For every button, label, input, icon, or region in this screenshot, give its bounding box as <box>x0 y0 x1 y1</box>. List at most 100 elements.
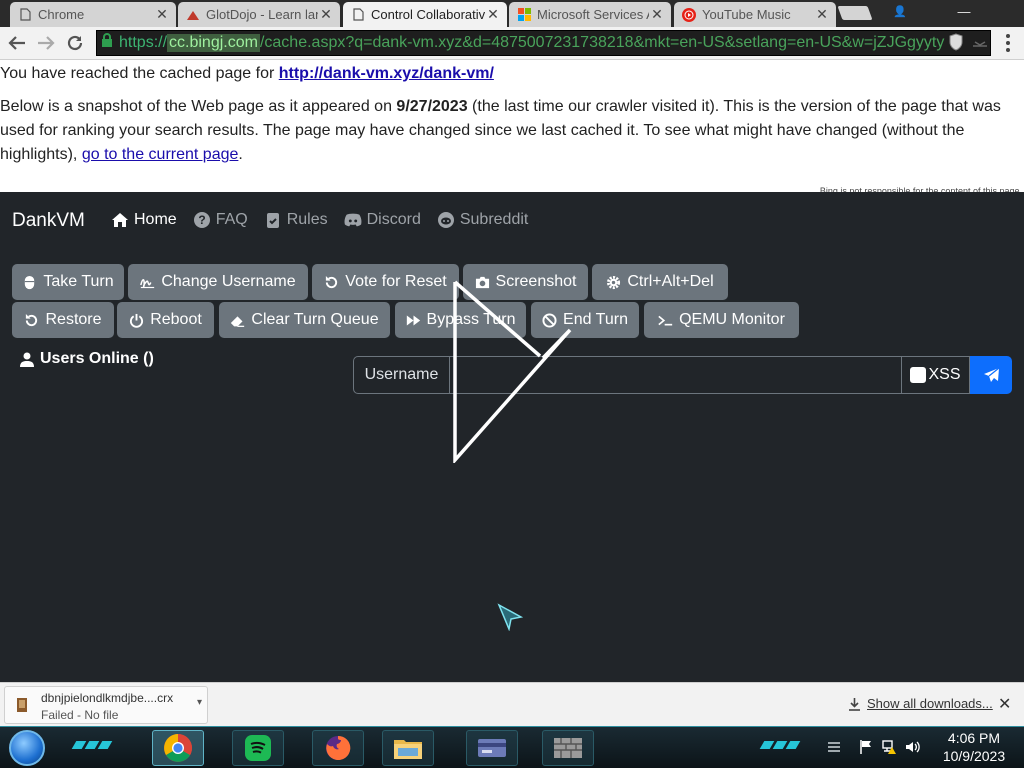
site-brand[interactable]: DankVM <box>12 210 85 232</box>
address-bar[interactable]: https://cc.bingj.com/cache.aspx?q=dank-v… <box>96 30 991 56</box>
tab-glotdojo[interactable]: GlotDojo - Learn lan ✕ <box>178 2 340 27</box>
firefox-icon[interactable] <box>312 730 364 766</box>
tab-strip: Chrome ✕ GlotDojo - Learn lan ✕ Control … <box>0 0 1024 27</box>
page-icon <box>351 8 365 22</box>
nav-label: Discord <box>366 211 421 228</box>
back-icon[interactable] <box>5 31 29 55</box>
cache-desc-part3: . <box>238 146 243 163</box>
crx-file-icon <box>17 698 27 712</box>
chat-message-input[interactable] <box>450 356 902 394</box>
change-username-button[interactable]: Change Username <box>128 264 308 300</box>
taskbar-decoration <box>759 741 808 753</box>
nav-label: Rules <box>286 211 328 228</box>
gear-icon <box>607 275 621 289</box>
button-label: Reboot <box>150 311 202 328</box>
new-tab-button[interactable] <box>837 6 873 20</box>
url-path: /cache.aspx?q=dank-vm.xyz&d=487500723173… <box>259 34 945 51</box>
nav-label: FAQ <box>215 211 248 228</box>
show-desktop-icon[interactable] <box>826 739 842 755</box>
show-all-label: Show all downloads... <box>867 696 993 711</box>
button-label: End Turn <box>563 311 628 328</box>
reboot-button[interactable]: Reboot <box>117 302 214 338</box>
page-icon <box>18 8 32 22</box>
nav-rules[interactable]: Rules <box>264 211 328 229</box>
start-button[interactable] <box>9 730 45 766</box>
download-bar: dbnjpielondlkmdjbe....crx Failed - No fi… <box>0 682 1024 726</box>
screenshot-button[interactable]: Screenshot <box>463 264 588 300</box>
send-button[interactable] <box>970 356 1012 394</box>
bing-cache-header: You have reached the cached page for htt… <box>0 60 1024 196</box>
tab-microsoft-services[interactable]: Microsoft Services A ✕ <box>509 2 671 27</box>
close-icon[interactable]: ✕ <box>649 6 665 23</box>
button-label: Clear Turn Queue <box>251 311 379 328</box>
wall-app-icon[interactable] <box>542 730 594 766</box>
end-turn-button[interactable]: End Turn <box>531 302 639 338</box>
taskbar-clock[interactable]: 4:06 PM 10/9/2023 <box>934 729 1014 765</box>
lock-icon <box>101 33 119 53</box>
chrome-menu-icon[interactable] <box>998 31 1018 55</box>
card-app-icon[interactable] <box>466 730 518 766</box>
close-icon[interactable]: ✕ <box>318 6 334 23</box>
ctrl-alt-del-button[interactable]: Ctrl+Alt+Del <box>592 264 728 300</box>
microsoft-icon <box>517 8 531 22</box>
cached-url-link[interactable]: http://dank-vm.xyz/dank-vm/ <box>279 65 494 82</box>
close-icon[interactable]: ✕ <box>998 694 1011 714</box>
mouse-cursor-icon <box>497 603 523 631</box>
forward-icon[interactable] <box>34 31 58 55</box>
show-all-downloads-link[interactable]: Show all downloads... <box>848 696 993 711</box>
download-status: Failed - No file <box>41 708 119 722</box>
button-label: Take Turn <box>43 273 114 290</box>
tab-label: YouTube Music <box>702 7 791 22</box>
terminal-icon <box>658 315 673 325</box>
restore-button[interactable]: Restore <box>12 302 114 338</box>
tab-label: GlotDojo - Learn lan <box>206 7 318 22</box>
qemu-monitor-button[interactable]: QEMU Monitor <box>644 302 799 338</box>
close-icon[interactable]: ✕ <box>485 6 501 23</box>
clock-time: 4:06 PM <box>947 730 1001 746</box>
nav-discord[interactable]: Discord <box>344 211 421 229</box>
svg-text:?: ? <box>198 213 205 227</box>
clipboard-check-icon <box>266 213 279 228</box>
nav-home[interactable]: Home <box>111 211 177 229</box>
nav-subreddit[interactable]: Subreddit <box>437 211 528 229</box>
volume-icon[interactable] <box>904 739 920 755</box>
tab-control-collaborative[interactable]: Control Collaborativ ✕ <box>343 2 507 27</box>
action-center-flag-icon[interactable] <box>858 739 874 755</box>
close-icon[interactable]: ✕ <box>814 6 830 23</box>
xss-toggle[interactable]: XSS <box>902 356 970 394</box>
reload-icon[interactable] <box>63 31 87 55</box>
username-button[interactable]: Username <box>353 356 450 394</box>
eraser-icon <box>231 315 245 327</box>
nav-faq[interactable]: ? FAQ <box>193 211 248 229</box>
chevron-down-icon[interactable]: ▾ <box>197 697 202 708</box>
paper-plane-icon <box>983 367 999 382</box>
spotify-icon[interactable] <box>232 730 284 766</box>
tab-youtube-music[interactable]: YouTube Music ✕ <box>674 2 836 27</box>
vote-for-reset-button[interactable]: Vote for Reset <box>312 264 459 300</box>
rotate-left-icon <box>326 275 338 288</box>
tab-label: Microsoft Services A <box>537 7 649 22</box>
close-icon[interactable]: ✕ <box>154 6 170 23</box>
taskbar-decoration <box>71 741 120 753</box>
cache-desc-part1: Below is a snapshot of the Web page as i… <box>0 98 397 115</box>
shield-extension-icon[interactable] <box>948 33 966 53</box>
extension-icon[interactable] <box>971 33 989 53</box>
file-explorer-icon[interactable] <box>382 730 434 766</box>
xss-checkbox[interactable] <box>910 367 927 383</box>
clear-turn-queue-button[interactable]: Clear Turn Queue <box>219 302 390 338</box>
take-turn-button[interactable]: Take Turn <box>12 264 124 300</box>
reddit-icon <box>437 212 454 228</box>
button-label: Ctrl+Alt+Del <box>627 273 714 290</box>
dankvm-page: DankVM Home ? FAQ Rules Discord Subreddi… <box>0 192 1024 682</box>
current-page-link[interactable]: go to the current page <box>82 146 239 163</box>
tab-chrome[interactable]: Chrome ✕ <box>10 2 176 27</box>
chrome-icon[interactable] <box>152 730 204 766</box>
minimize-icon[interactable]: — <box>944 0 984 22</box>
youtube-music-icon <box>682 7 696 22</box>
bypass-turn-button[interactable]: Bypass Turn <box>395 302 526 338</box>
user-profile-icon[interactable]: 👤 <box>880 0 920 22</box>
power-icon <box>130 313 144 328</box>
download-item[interactable]: dbnjpielondlkmdjbe....crx Failed - No fi… <box>4 686 208 724</box>
download-file-name: dbnjpielondlkmdjbe....crx <box>41 691 174 705</box>
network-warning-icon[interactable] <box>881 739 897 755</box>
